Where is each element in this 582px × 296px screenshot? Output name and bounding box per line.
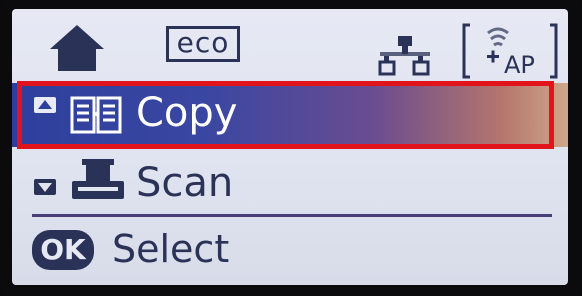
status-bar: eco AP [12, 9, 568, 83]
ap-label: AP [504, 51, 535, 79]
lcd-screen: eco AP Copy Scan OK Select [12, 9, 568, 285]
ok-button-hint: OK [32, 230, 94, 270]
footer-divider [32, 214, 552, 217]
printer-lcd-bezel: eco AP Copy Scan OK Select [0, 0, 582, 296]
menu-item-scan-label: Scan [136, 160, 234, 206]
selection-highlight-frame [17, 81, 554, 149]
home-icon[interactable] [48, 23, 106, 73]
scan-icon [72, 159, 124, 199]
select-action-label: Select [112, 227, 230, 271]
menu-item-scan[interactable]: Scan [12, 149, 568, 213]
wired-network-icon [378, 36, 430, 76]
scroll-down-icon[interactable] [34, 179, 56, 195]
eco-mode-badge[interactable]: eco [166, 26, 240, 62]
